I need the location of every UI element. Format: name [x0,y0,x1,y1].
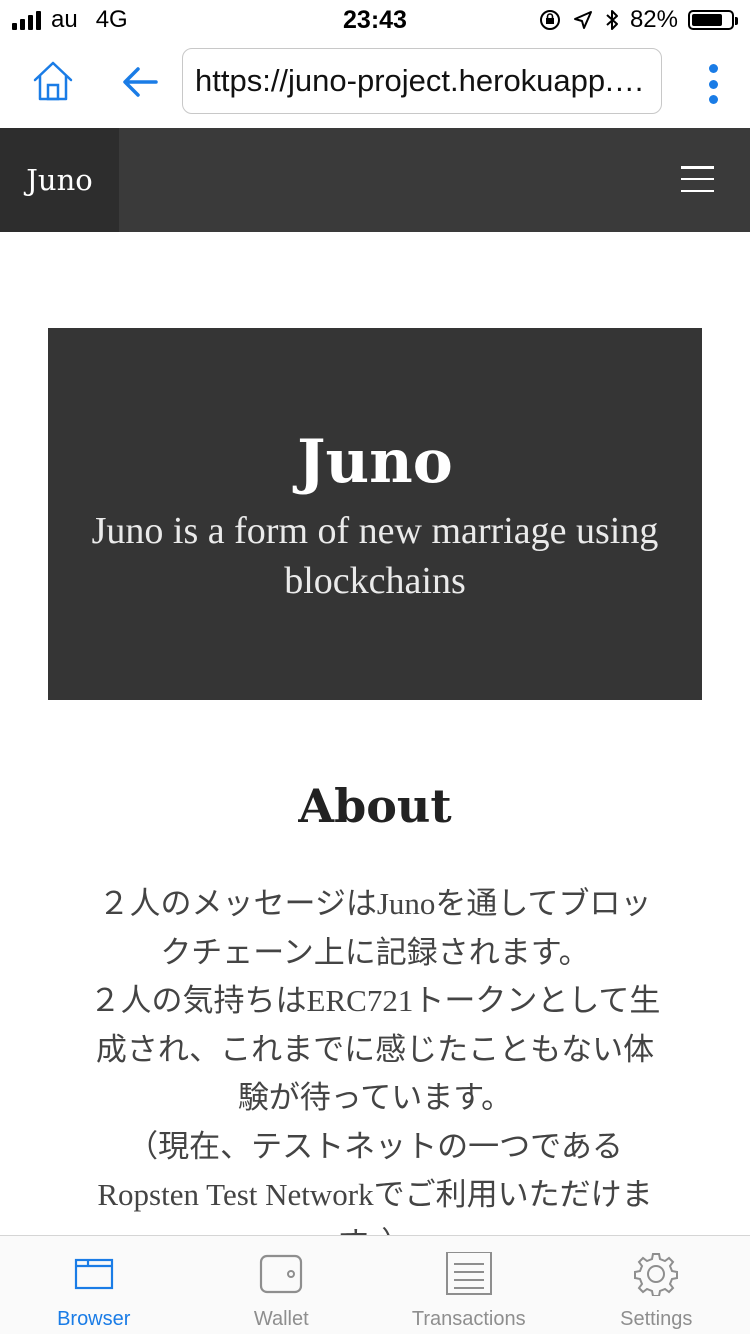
bottom-tab-bar: Browser Wallet Transactions Settings [0,1235,750,1334]
battery-fill [692,14,723,26]
brand-link[interactable]: Juno [0,128,119,232]
url-field[interactable]: https://juno-project.herokuapp.com [182,48,662,114]
tab-label: Wallet [253,1308,309,1330]
about-paragraph: ２人のメッセージはJunoを通してブロックチェーン上に記録されます。 [98,886,652,970]
settings-icon [634,1253,679,1296]
about-text: ２人のメッセージはJunoを通してブロックチェーン上に記録されます。 ２人の気持… [88,880,662,1268]
hero-subtitle: Juno is a form of new marriage using blo… [91,510,659,602]
back-arrow-icon[interactable] [118,60,162,104]
about-paragraph: ２人の気持ちはERC721トークンとして生成され、これまでに感じたこともない体験… [89,983,661,1115]
status-right: 82% [538,6,738,34]
home-icon[interactable] [30,58,76,104]
browser-bar: https://juno-project.herokuapp.com [0,40,750,128]
hamburger-icon[interactable] [681,166,714,192]
battery-percent: 82% [629,6,678,33]
site-navbar: Juno [0,128,750,232]
hero-title: Juno [297,427,453,497]
transactions-icon [445,1252,492,1295]
battery-tip [735,17,738,25]
location-arrow-icon [573,11,592,29]
wallet-icon [260,1254,303,1294]
tab-label: Settings [620,1308,693,1330]
hero-banner: Juno Juno is a form of new marriage usin… [48,328,702,700]
tab-settings[interactable]: Settings [563,1236,750,1334]
battery-icon [688,10,738,30]
status-bar: au 4G 23:43 82% [0,0,750,40]
tab-label: Browser [57,1308,131,1330]
tab-browser[interactable]: Browser [0,1236,188,1334]
tab-wallet[interactable]: Wallet [188,1236,376,1334]
browser-icon [74,1258,113,1290]
about-heading: About [298,779,452,833]
orientation-lock-icon [539,10,560,30]
more-options-icon[interactable] [706,64,720,104]
bluetooth-icon [606,10,618,30]
tab-label: Transactions [411,1308,526,1330]
tab-transactions[interactable]: Transactions [375,1236,563,1334]
